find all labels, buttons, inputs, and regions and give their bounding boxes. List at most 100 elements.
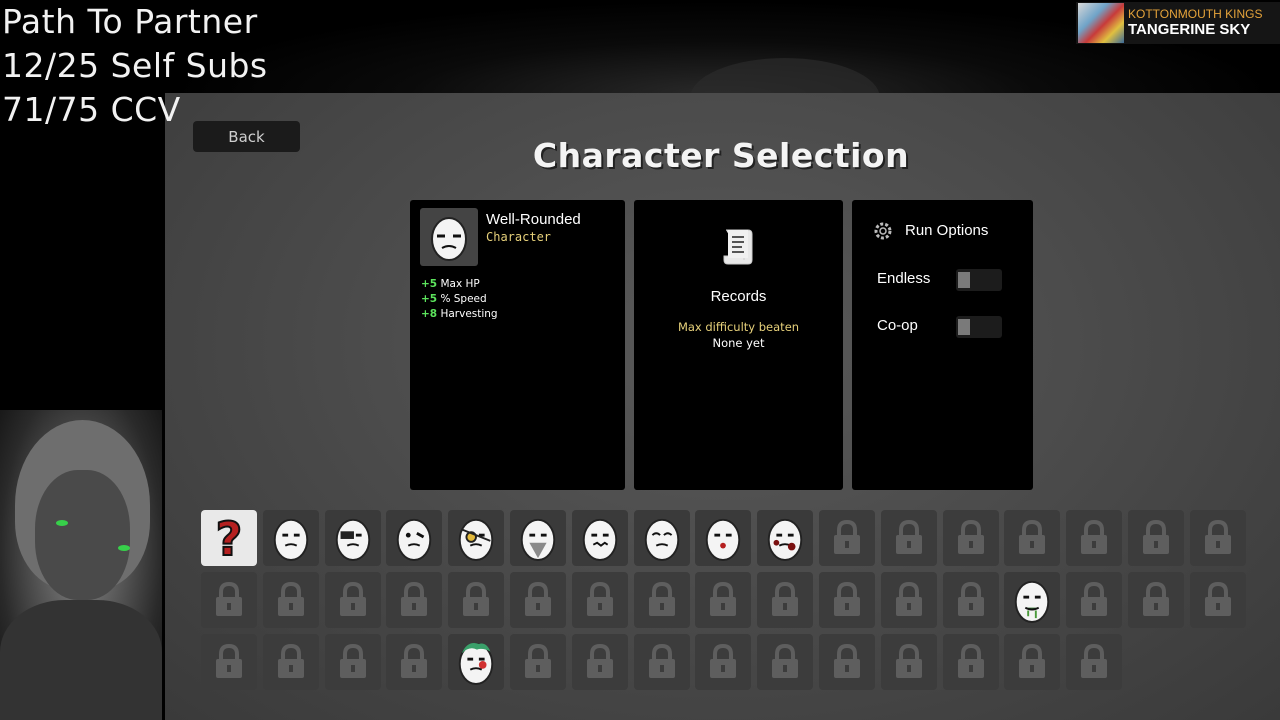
character-slot-mage[interactable] xyxy=(510,510,566,566)
endless-toggle[interactable] xyxy=(956,269,1002,291)
character-slot-locked xyxy=(510,572,566,628)
padlock-icon xyxy=(896,519,922,554)
padlock-icon xyxy=(401,643,427,678)
max-difficulty-label: Max difficulty beaten xyxy=(677,320,800,334)
padlock-icon xyxy=(1205,519,1231,554)
character-slot-locked xyxy=(572,572,628,628)
stat-max-hp: +5 Max HP xyxy=(421,278,480,290)
padlock-icon xyxy=(1019,643,1045,678)
streamer-webcam xyxy=(0,410,162,720)
padlock-icon xyxy=(958,643,984,678)
padlock-icon xyxy=(896,643,922,678)
padlock-icon xyxy=(896,581,922,616)
padlock-icon xyxy=(834,643,860,678)
run-options-panel: Run Options Endless Co-op xyxy=(852,200,1033,490)
character-slot-locked xyxy=(881,510,937,566)
character-slot-locked xyxy=(634,634,690,690)
character-slot-lucky[interactable] xyxy=(695,510,751,566)
character-slot-locked xyxy=(572,634,628,690)
character-stats: +5 Max HP +5 % Speed +8 Harvesting xyxy=(421,277,498,322)
question-mark-icon: ? xyxy=(215,513,244,563)
padlock-icon xyxy=(340,643,366,678)
stat-harvesting: +8 Harvesting xyxy=(421,308,498,320)
character-slot-crazy[interactable] xyxy=(386,510,442,566)
character-slot-locked xyxy=(1004,510,1060,566)
now-playing-widget: KOTTONMOUTH KINGS TANGERINE SKY xyxy=(1076,2,1280,44)
character-slot-locked xyxy=(757,572,813,628)
records-title: Records xyxy=(710,288,767,305)
padlock-icon xyxy=(401,581,427,616)
character-slot-locked xyxy=(943,510,999,566)
character-slot-locked xyxy=(201,572,257,628)
character-slot-locked xyxy=(1066,510,1122,566)
album-art xyxy=(1078,3,1124,43)
character-slot-mutant[interactable] xyxy=(757,510,813,566)
character-slot-locked xyxy=(1004,634,1060,690)
character-slot-drooling[interactable] xyxy=(1004,572,1060,628)
ranger-icon xyxy=(458,518,494,561)
mutant-icon xyxy=(767,518,803,561)
character-slot-locked xyxy=(819,634,875,690)
max-difficulty-value: None yet xyxy=(712,336,765,350)
character-slot-locked xyxy=(757,634,813,690)
character-slot-locked xyxy=(386,572,442,628)
character-slot-locked xyxy=(325,572,381,628)
character-name: Well-Rounded xyxy=(486,211,581,228)
padlock-icon xyxy=(958,581,984,616)
svg-text:?: ? xyxy=(216,513,243,563)
ccv-goal: 71/75 CCV xyxy=(2,90,181,129)
scroll-icon xyxy=(723,229,753,265)
character-slot-old[interactable] xyxy=(634,510,690,566)
padlock-icon xyxy=(340,581,366,616)
padlock-icon xyxy=(216,643,242,678)
padlock-icon xyxy=(216,581,242,616)
padlock-icon xyxy=(525,643,551,678)
records-panel: Records Max difficulty beaten None yet xyxy=(634,200,843,490)
character-slot-locked xyxy=(1190,510,1246,566)
chunky-icon xyxy=(582,518,618,561)
character-slot-locked xyxy=(634,572,690,628)
self-subs-goal: 12/25 Self Subs xyxy=(2,46,268,85)
padlock-icon xyxy=(587,643,613,678)
padlock-icon xyxy=(1019,519,1045,554)
padlock-icon xyxy=(1143,519,1169,554)
character-slot-locked xyxy=(448,572,504,628)
coop-toggle[interactable] xyxy=(956,316,1002,338)
well-rounded-icon xyxy=(273,518,309,561)
character-slot-locked xyxy=(1128,572,1184,628)
character-slot-locked xyxy=(881,634,937,690)
character-slot-locked xyxy=(943,634,999,690)
goal-title: Path To Partner xyxy=(2,2,258,41)
padlock-icon xyxy=(1081,581,1107,616)
char-green-hair-icon xyxy=(458,642,494,685)
padlock-icon xyxy=(1143,581,1169,616)
character-slot-chunky[interactable] xyxy=(572,510,628,566)
run-options-title: Run Options xyxy=(905,222,989,239)
padlock-icon xyxy=(1081,519,1107,554)
character-info-panel: Well-Rounded Character +5 Max HP +5 % Sp… xyxy=(410,200,625,490)
padlock-icon xyxy=(710,581,736,616)
character-slot-locked xyxy=(1128,510,1184,566)
character-slot-ranger[interactable] xyxy=(448,510,504,566)
character-slot-well-rounded[interactable] xyxy=(263,510,319,566)
character-portrait xyxy=(420,208,478,266)
character-slot-brawler[interactable] xyxy=(325,510,381,566)
padlock-icon xyxy=(772,643,798,678)
character-slot-locked xyxy=(510,634,566,690)
well-rounded-egg-icon xyxy=(431,217,467,261)
character-slot-locked xyxy=(695,572,751,628)
character-slot-locked xyxy=(943,572,999,628)
character-slot-locked xyxy=(263,634,319,690)
padlock-icon xyxy=(710,643,736,678)
character-slot-locked xyxy=(819,572,875,628)
padlock-icon xyxy=(649,643,675,678)
character-slot-char-green-hair[interactable] xyxy=(448,634,504,690)
gear-icon xyxy=(874,222,892,240)
lucky-icon xyxy=(705,518,741,561)
character-slot-locked xyxy=(695,634,751,690)
now-playing-artist: KOTTONMOUTH KINGS xyxy=(1128,7,1263,21)
padlock-icon xyxy=(463,581,489,616)
coop-label: Co-op xyxy=(877,317,918,334)
padlock-icon xyxy=(834,581,860,616)
character-slot-random[interactable]: ? xyxy=(201,510,257,566)
